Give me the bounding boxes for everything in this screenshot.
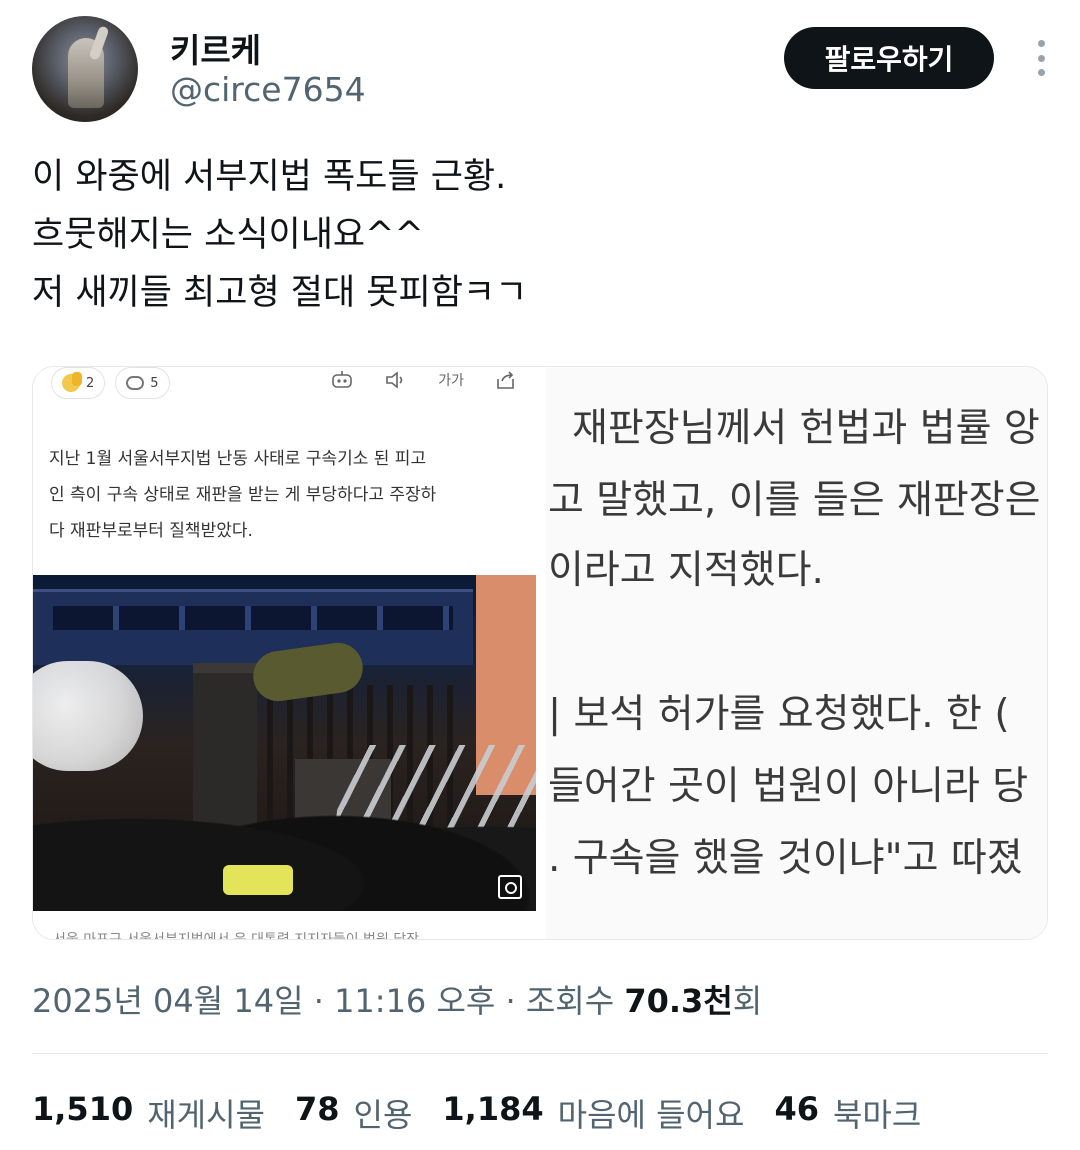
photo-vest <box>223 865 293 895</box>
photo-bus <box>33 589 473 665</box>
stat-label: 마음에 들어요 <box>557 1096 745 1134</box>
article-line: 인 측이 구속 상태로 재판을 받는 게 부당하다고 주장하 <box>49 485 437 505</box>
divider <box>32 1053 1048 1054</box>
tweet-line: 저 새끼들 최고형 절대 못피함ㅋㄱ <box>32 273 528 313</box>
author-handle[interactable]: @circe7654 <box>170 70 366 109</box>
author-display-name[interactable]: 키르케 <box>170 24 261 72</box>
stat-value: 1,510 <box>32 1090 134 1128</box>
media-grid[interactable]: 2 5 가가 지난 1월 서울서부지법 난동 사태로 구속기소 된 피고 인 측… <box>32 366 1048 940</box>
tweet-date[interactable]: 2025년 04월 14일 <box>32 982 304 1020</box>
tweet-time[interactable]: 11:16 오후 <box>334 982 495 1020</box>
robot-icon <box>332 371 353 388</box>
reaction-pill: 2 <box>51 367 106 399</box>
zoomed-line: . 구속을 했을 것이냐"고 따졌 <box>548 836 1023 881</box>
media-image-article[interactable]: 2 5 가가 지난 1월 서울서부지법 난동 사태로 구속기소 된 피고 인 측… <box>33 367 536 940</box>
zoomed-line: 들어간 곳이 법원이 아니라 당 <box>548 764 1029 809</box>
article-tools: 가가 <box>330 369 518 391</box>
stat-quotes[interactable]: 78 인용 <box>295 1090 412 1136</box>
stat-value: 1,184 <box>442 1090 544 1128</box>
zoomed-line: 이라고 지적했다. <box>548 548 824 593</box>
avatar[interactable] <box>32 16 138 122</box>
views-suffix: 회 <box>732 982 763 1020</box>
reaction-emoji-icon <box>62 372 82 392</box>
article-line: 지난 1월 서울서부지법 난동 사태로 구속기소 된 피고 <box>49 449 427 469</box>
comment-pill: 5 <box>115 367 170 399</box>
tweet-header: 키르케 @circe7654 팔로우하기 <box>32 16 1056 126</box>
photo-caption-text: 서울 마포구 서울서부지법에서 윤 대통령 지지자들이 법원 담장 <box>53 932 420 940</box>
comment-icon <box>126 376 145 390</box>
reaction-bar: 2 5 <box>51 367 170 399</box>
stat-bookmarks[interactable]: 46 북마크 <box>774 1090 921 1136</box>
meta-separator: · <box>505 982 516 1020</box>
font-size-label: 가가 <box>438 373 464 389</box>
zoomed-line: 고 말했고, 이를 들은 재판장은 <box>548 478 1041 523</box>
speaker-icon <box>386 371 403 389</box>
tweet-line: 흐뭇해지는 소식이내요^^ <box>32 215 424 255</box>
media-image-zoomed-text[interactable]: 재판장님께서 헌법과 법률 앙 고 말했고, 이를 들은 재판장은 이라고 지적… <box>546 367 1047 939</box>
tweet-body: 이 와중에 서부지법 폭도들 근황. 흐뭇해지는 소식이내요^^ 저 새끼들 최… <box>32 148 1042 322</box>
photo-caption: 서울 마포구 서울서부지법에서 윤 대통령 지지자들이 법원 담장 <box>33 915 536 940</box>
more-vertical-icon[interactable] <box>1034 40 1048 76</box>
views-value: 70.3천 <box>624 982 733 1020</box>
article-line: 다 재판부로부터 질책받았다. <box>49 521 253 541</box>
zoomed-line: 재판장님께서 헌법과 법률 앙 <box>572 406 1040 451</box>
stat-label: 재게시물 <box>147 1096 265 1134</box>
stat-label: 인용 <box>353 1096 413 1134</box>
stat-value: 78 <box>294 1090 340 1128</box>
meta-separator: · <box>313 982 324 1020</box>
tweet-line: 이 와중에 서부지법 폭도들 근황. <box>32 157 507 197</box>
tweet-meta: 2025년 04월 14일 · 11:16 오후 · 조회수 70.3천회 <box>32 976 762 1022</box>
follow-button[interactable]: 팔로우하기 <box>784 27 994 89</box>
share-icon <box>497 371 514 389</box>
stat-likes[interactable]: 1,184 마음에 들어요 <box>442 1090 744 1136</box>
zoom-icon[interactable] <box>498 875 522 899</box>
stat-label: 북마크 <box>832 1096 922 1134</box>
photo-microphone <box>33 661 143 771</box>
views-label: 조회수 <box>525 982 615 1020</box>
stat-reposts[interactable]: 1,510 재게시물 <box>32 1090 265 1136</box>
reaction-count: 2 <box>86 375 95 391</box>
engagement-stats: 1,510 재게시물 78 인용 1,184 마음에 들어요 46 북마크 <box>32 1090 951 1136</box>
zoomed-line: | 보석 허가를 요청했다. 한 ( <box>548 692 1010 737</box>
news-photo <box>33 575 536 911</box>
stat-value: 46 <box>774 1090 819 1128</box>
article-summary: 지난 1월 서울서부지법 난동 사태로 구속기소 된 피고 인 측이 구속 상태… <box>49 441 519 549</box>
comment-count: 5 <box>150 375 159 391</box>
